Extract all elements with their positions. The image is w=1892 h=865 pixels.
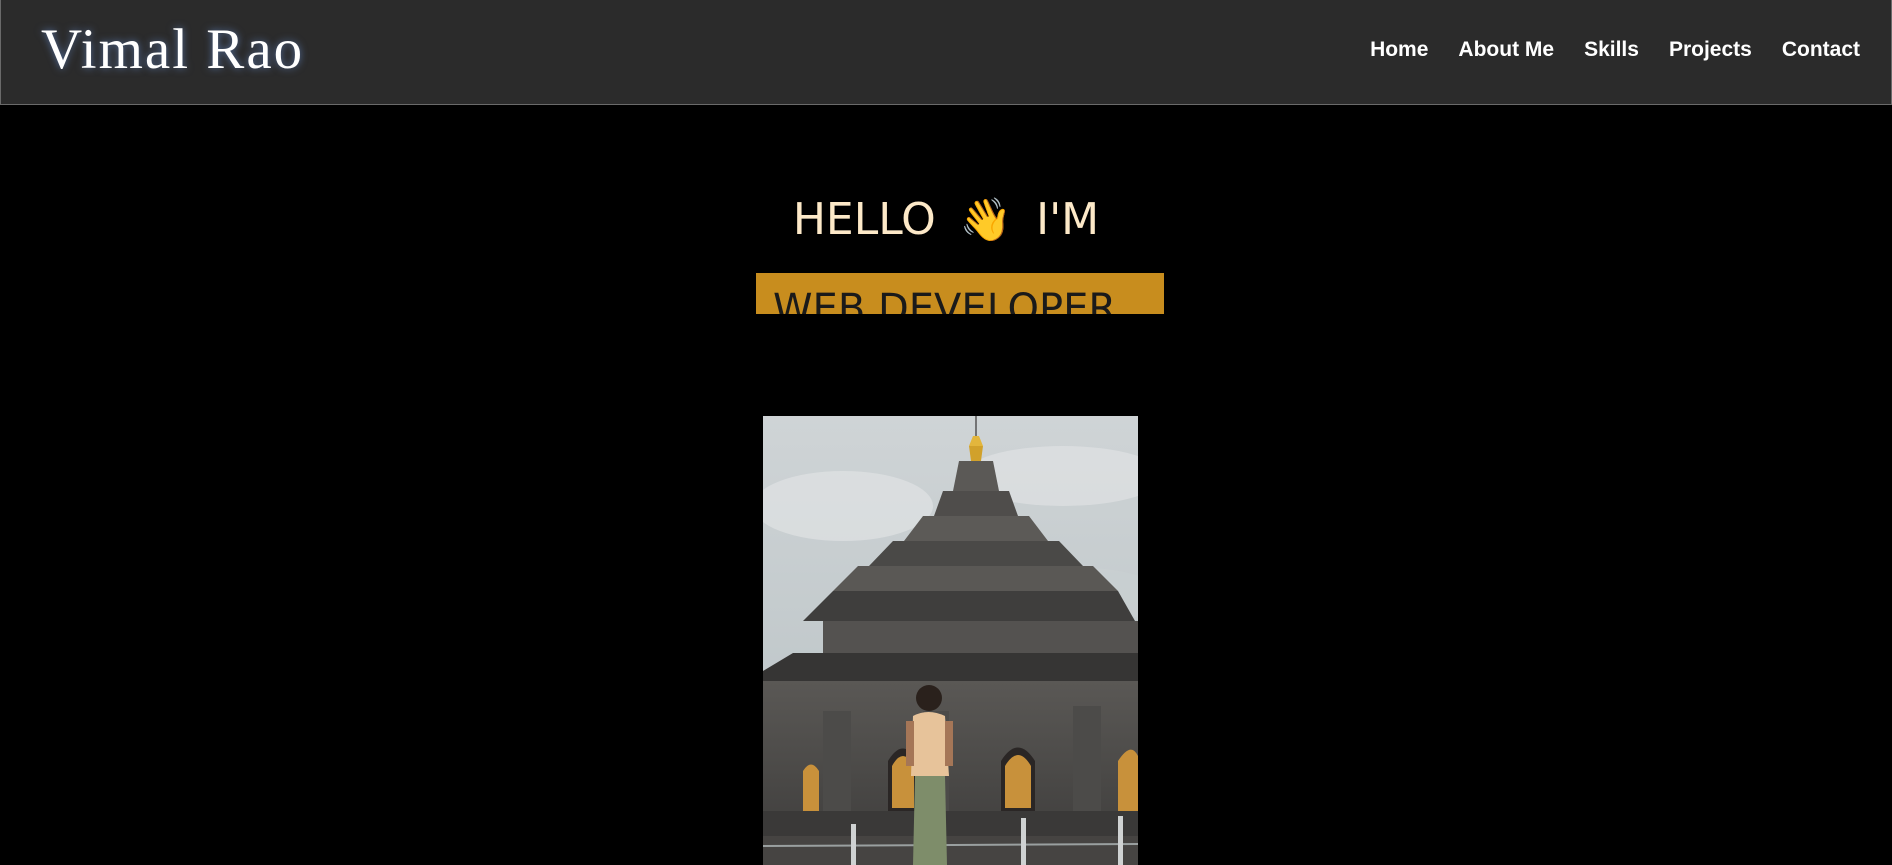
role-text: WEB DEVELOPER bbox=[773, 286, 1117, 314]
nav-home-link[interactable]: Home bbox=[1370, 34, 1428, 66]
temple-portrait-image bbox=[763, 416, 1138, 865]
main-nav: Home About Me Skills Projects Contact bbox=[1370, 34, 1860, 66]
nav-about-link[interactable]: About Me bbox=[1458, 34, 1554, 66]
profile-photo bbox=[763, 416, 1138, 865]
hero-greeting: HELLO 👋 I'M bbox=[0, 190, 1892, 250]
site-logo[interactable]: Vimal Rao bbox=[41, 14, 304, 86]
greeting-im: I'M bbox=[1036, 194, 1100, 245]
role-highlight: WEB DEVELOPER bbox=[756, 273, 1164, 314]
waving-hand-icon: 👋 bbox=[959, 195, 1013, 244]
nav-skills-link[interactable]: Skills bbox=[1584, 34, 1639, 66]
nav-projects-link[interactable]: Projects bbox=[1669, 34, 1752, 66]
greeting-hello: HELLO bbox=[792, 194, 936, 245]
top-navbar: Vimal Rao Home About Me Skills Projects … bbox=[0, 0, 1892, 105]
nav-contact-link[interactable]: Contact bbox=[1782, 34, 1860, 66]
